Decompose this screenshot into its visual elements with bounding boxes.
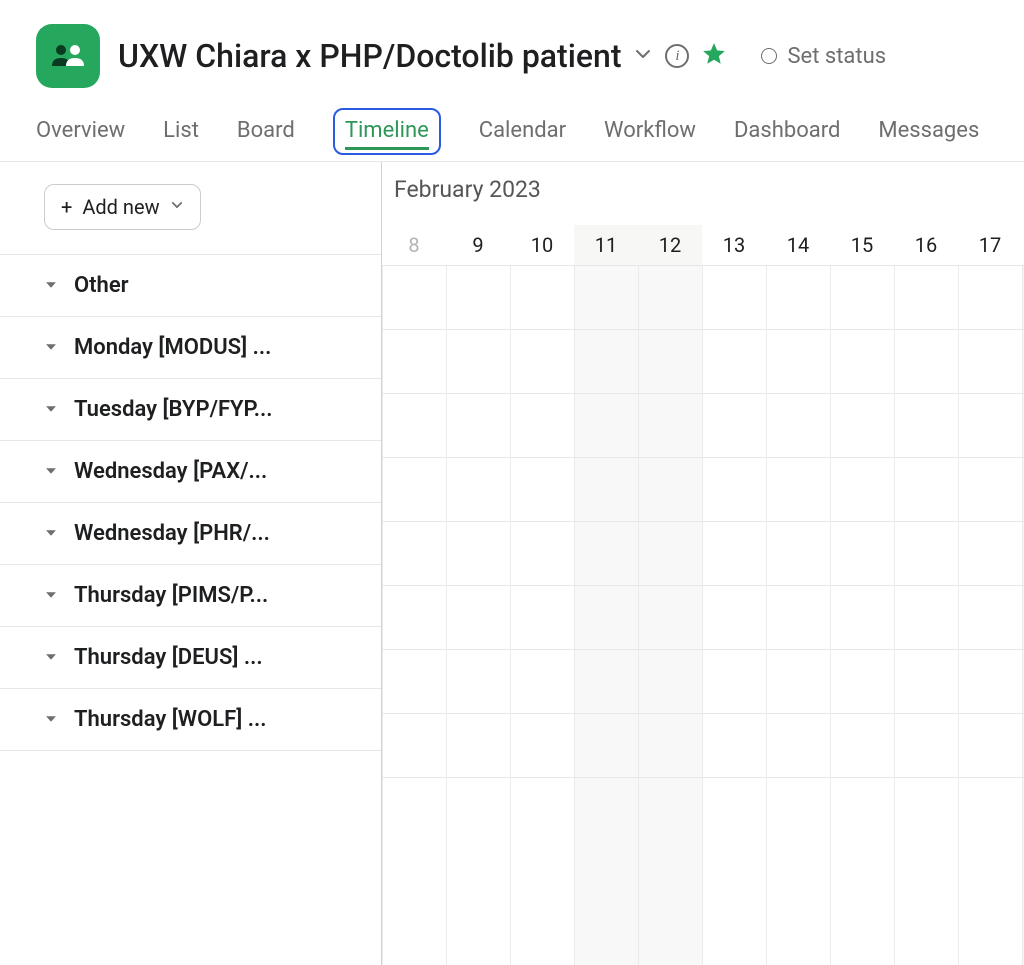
section-label: Wednesday [PHR/... [74, 521, 270, 546]
day-header-cell[interactable]: 10 [510, 233, 574, 257]
section-list: Other Monday [MODUS] ... Tuesday [BYP/FYP.… [0, 254, 381, 751]
grid-hline [382, 521, 1024, 522]
tab-dashboard[interactable]: Dashboard [734, 104, 840, 161]
tab-board[interactable]: Board [237, 104, 295, 161]
collapse-caret-icon[interactable] [44, 397, 58, 422]
star-icon[interactable] [701, 41, 727, 71]
section-row[interactable]: Thursday [DEUS] ... [0, 626, 381, 688]
collapse-caret-icon[interactable] [44, 645, 58, 670]
day-header-row: 891011121314151617 [382, 203, 1024, 265]
month-label: February 2023 [382, 162, 1024, 203]
section-label: Monday [MODUS] ... [74, 335, 271, 360]
tab-messages[interactable]: Messages [878, 104, 979, 161]
grid-hline [382, 777, 1024, 778]
section-label: Thursday [WOLF] ... [74, 707, 267, 732]
tab-calendar[interactable]: Calendar [479, 104, 566, 161]
section-row[interactable]: Other [0, 254, 381, 316]
status-circle-icon [761, 48, 777, 64]
section-label: Wednesday [PAX/... [74, 459, 267, 484]
grid-vline [894, 265, 895, 965]
day-header-cell[interactable]: 13 [702, 233, 766, 257]
tab-overview[interactable]: Overview [36, 104, 125, 161]
project-header: UXW Chiara x PHP/Doctolib patient i Set … [0, 0, 1024, 104]
sections-sidebar: + Add new Other Monday [MODUS] ... Tuesday… [0, 162, 382, 965]
chevron-down-icon[interactable] [633, 44, 653, 68]
grid-hline [382, 265, 1024, 266]
tab-list[interactable]: List [163, 104, 199, 161]
grid-hline [382, 585, 1024, 586]
tabs-bar: Overview List Board Timeline Calendar Wo… [0, 104, 1024, 162]
grid-vline [766, 265, 767, 965]
section-label: Thursday [DEUS] ... [74, 645, 263, 670]
grid-hline [382, 329, 1024, 330]
set-status-label: Set status [787, 44, 886, 69]
grid-vline [446, 265, 447, 965]
timeline-grid[interactable] [382, 265, 1024, 965]
section-row[interactable]: Wednesday [PAX/... [0, 440, 381, 502]
collapse-caret-icon[interactable] [44, 335, 58, 360]
people-icon [50, 42, 86, 70]
collapse-caret-icon[interactable] [44, 521, 58, 546]
section-row[interactable]: Thursday [PIMS/P... [0, 564, 381, 626]
collapse-caret-icon[interactable] [44, 707, 58, 732]
day-header-cell[interactable]: 9 [446, 233, 510, 257]
tab-workflow[interactable]: Workflow [604, 104, 696, 161]
section-label: Thursday [PIMS/P... [74, 583, 268, 608]
add-new-label: Add new [82, 195, 159, 219]
add-new-button[interactable]: + Add new [44, 184, 201, 230]
grid-hline [382, 649, 1024, 650]
day-header-cell[interactable]: 12 [638, 233, 702, 257]
title-wrap: UXW Chiara x PHP/Doctolib patient i Set … [118, 37, 886, 75]
chevron-down-icon [170, 198, 184, 216]
section-row[interactable]: Monday [MODUS] ... [0, 316, 381, 378]
grid-vline [830, 265, 831, 965]
day-header-cell[interactable]: 16 [894, 233, 958, 257]
collapse-caret-icon[interactable] [44, 583, 58, 608]
project-title[interactable]: UXW Chiara x PHP/Doctolib patient [118, 37, 621, 75]
day-header-cell[interactable]: 8 [382, 233, 446, 257]
plus-icon: + [61, 195, 72, 219]
grid-vline [958, 265, 959, 965]
grid-vline [702, 265, 703, 965]
project-icon[interactable] [36, 24, 100, 88]
grid-vline [574, 265, 575, 965]
day-header-cell[interactable]: 15 [830, 233, 894, 257]
section-label: Other [74, 273, 129, 298]
grid-hline [382, 713, 1024, 714]
grid-vline [638, 265, 639, 965]
day-header-cell[interactable]: 11 [574, 233, 638, 257]
info-icon[interactable]: i [665, 44, 689, 68]
section-row[interactable]: Tuesday [BYP/FYP... [0, 378, 381, 440]
section-row[interactable]: Wednesday [PHR/... [0, 502, 381, 564]
grid-vline [510, 265, 511, 965]
body-row: + Add new Other Monday [MODUS] ... Tuesday… [0, 162, 1024, 965]
tab-timeline[interactable]: Timeline [345, 118, 429, 150]
section-label: Tuesday [BYP/FYP... [74, 397, 273, 422]
set-status-button[interactable]: Set status [761, 44, 886, 69]
collapse-caret-icon[interactable] [44, 273, 58, 298]
day-header-cell[interactable]: 17 [958, 233, 1022, 257]
grid-hline [382, 457, 1024, 458]
grid-vline [382, 265, 383, 965]
section-row[interactable]: Thursday [WOLF] ... [0, 688, 381, 751]
grid-hline [382, 393, 1024, 394]
day-header-cell[interactable]: 14 [766, 233, 830, 257]
collapse-caret-icon[interactable] [44, 459, 58, 484]
tab-timeline-focus[interactable]: Timeline [333, 108, 441, 155]
grid-vline [1022, 265, 1023, 965]
timeline-pane[interactable]: February 2023 891011121314151617 [382, 162, 1024, 965]
